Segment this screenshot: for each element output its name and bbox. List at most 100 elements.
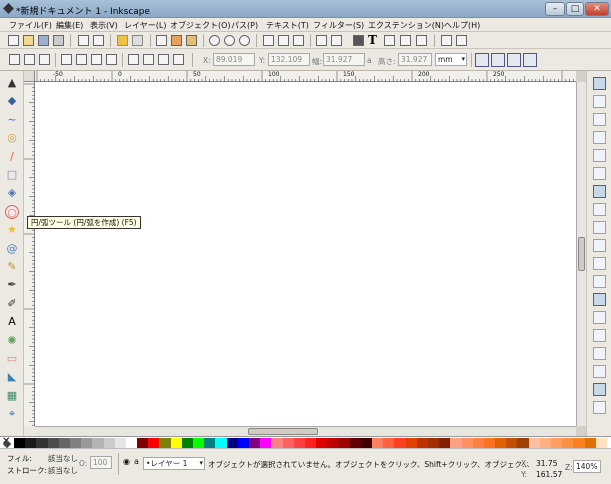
pencil-icon[interactable]: ✎ xyxy=(5,260,19,274)
palette-swatch[interactable] xyxy=(181,438,194,448)
palette-swatch[interactable] xyxy=(260,438,272,448)
palette-swatch[interactable] xyxy=(562,438,574,448)
zoom-icon[interactable]: ◎ xyxy=(5,131,19,145)
tweak-icon[interactable]: ~ xyxy=(5,113,19,127)
flip-horizontal-icon[interactable] xyxy=(91,54,102,65)
unit-select[interactable]: mm ▾ xyxy=(435,53,467,66)
menu-path[interactable]: パス(P) xyxy=(231,20,258,31)
palette-swatch[interactable] xyxy=(360,438,373,448)
print-icon[interactable] xyxy=(53,35,64,46)
palette-swatch[interactable] xyxy=(316,438,328,448)
star-icon[interactable]: ★ xyxy=(5,223,19,237)
ellipse-icon[interactable]: ○ xyxy=(5,204,19,219)
palette-swatch[interactable] xyxy=(204,438,216,448)
palette-swatch[interactable] xyxy=(483,438,496,448)
menu-extensions[interactable]: エクステンション(N) xyxy=(368,20,444,31)
menu-file[interactable]: ファイル(F) xyxy=(9,20,52,31)
palette-swatch[interactable] xyxy=(114,438,127,448)
palette-swatch[interactable] xyxy=(148,438,160,448)
menu-text[interactable]: テキスト(T) xyxy=(266,20,309,31)
palette-swatch[interactable] xyxy=(193,438,205,448)
ungroup-icon[interactable] xyxy=(331,35,342,46)
measure-icon[interactable]: / xyxy=(5,150,19,164)
snap-midpoint-icon[interactable] xyxy=(593,275,606,288)
layers-icon[interactable] xyxy=(384,35,395,46)
spiral-icon[interactable]: @ xyxy=(5,242,19,256)
selector-icon[interactable]: ▲ xyxy=(5,76,19,90)
palette-swatch[interactable] xyxy=(137,438,149,448)
menu-edit[interactable]: 編集(E) xyxy=(56,20,83,31)
gradient-icon[interactable]: ▦ xyxy=(5,389,19,403)
snap-nodes-icon[interactable] xyxy=(593,185,606,198)
snap-bbox-center-icon[interactable] xyxy=(593,167,606,180)
palette-swatch[interactable] xyxy=(14,438,26,448)
scale-stroke-icon[interactable] xyxy=(475,53,489,67)
snap-cusp-icon[interactable] xyxy=(593,239,606,252)
zoom-page-icon[interactable] xyxy=(239,35,250,46)
palette-swatch[interactable] xyxy=(394,438,407,448)
snap-bbox-corner-icon[interactable] xyxy=(593,131,606,144)
new-document-icon[interactable] xyxy=(8,35,19,46)
palette-swatch[interactable] xyxy=(103,438,116,448)
snap-smooth-icon[interactable] xyxy=(593,257,606,270)
export-icon[interactable] xyxy=(93,35,104,46)
palette-swatch[interactable] xyxy=(539,438,552,448)
palette-swatch[interactable] xyxy=(427,438,440,448)
palette-swatch[interactable] xyxy=(584,438,597,448)
deselect-icon[interactable] xyxy=(39,54,50,65)
group-icon[interactable] xyxy=(316,35,327,46)
palette-swatch[interactable] xyxy=(595,438,608,448)
snap-path-icon[interactable] xyxy=(593,203,606,216)
snap-bbox-icon[interactable] xyxy=(593,95,606,108)
snap-guide-icon[interactable] xyxy=(593,401,606,414)
align-distribute-icon[interactable] xyxy=(416,35,427,46)
horizontal-scroll-thumb[interactable] xyxy=(248,428,318,435)
menu-help[interactable]: ヘルプ(H) xyxy=(444,20,480,31)
palette-swatch[interactable] xyxy=(36,438,49,448)
palette-swatch[interactable] xyxy=(338,438,351,448)
dropper-icon[interactable]: ⌖ xyxy=(5,407,19,421)
minimize-button[interactable]: – xyxy=(545,2,565,16)
close-button[interactable]: ✕ xyxy=(585,2,609,16)
snap-bbox-mid-icon[interactable] xyxy=(593,149,606,162)
fill-stroke-icon[interactable] xyxy=(353,35,364,46)
fill-value[interactable]: 該当なし xyxy=(48,453,78,464)
lower-to-bottom-icon[interactable] xyxy=(173,54,184,65)
eraser-icon[interactable]: ▭ xyxy=(5,352,19,366)
rect-icon[interactable]: □ xyxy=(5,168,19,182)
duplicate-icon[interactable] xyxy=(263,35,274,46)
color-palette[interactable]: ✕ xyxy=(0,436,611,448)
palette-swatch[interactable] xyxy=(327,438,339,448)
palette-swatch[interactable] xyxy=(383,438,395,448)
node-icon[interactable]: ◆ xyxy=(5,94,19,108)
snap-intersection-icon[interactable] xyxy=(593,221,606,234)
palette-swatch[interactable] xyxy=(47,438,60,448)
rotate-ccw-icon[interactable] xyxy=(61,54,72,65)
palette-swatch[interactable] xyxy=(25,438,37,448)
layer-lock-icon[interactable]: a xyxy=(134,457,139,466)
pen-icon[interactable]: ✒ xyxy=(5,278,19,292)
palette-swatch[interactable] xyxy=(293,438,306,448)
lock-ratio-icon[interactable]: a xyxy=(367,56,372,65)
open-icon[interactable] xyxy=(23,35,34,46)
palette-swatch[interactable] xyxy=(170,438,183,448)
xml-editor-icon[interactable] xyxy=(400,35,411,46)
width-field[interactable]: 31.927 xyxy=(323,53,365,66)
palette-swatch[interactable] xyxy=(439,438,451,448)
unlink-clone-icon[interactable] xyxy=(293,35,304,46)
palette-swatch[interactable] xyxy=(495,438,507,448)
redo-icon[interactable] xyxy=(132,35,143,46)
stroke-value[interactable]: 該当なし xyxy=(48,465,78,476)
scale-corners-icon[interactable] xyxy=(491,53,505,67)
select-all-layers-icon[interactable] xyxy=(24,54,35,65)
rotate-cw-icon[interactable] xyxy=(76,54,87,65)
zoom-field[interactable]: 140% xyxy=(573,460,601,473)
snap-grid-icon[interactable] xyxy=(593,383,606,396)
paste-icon[interactable] xyxy=(186,35,197,46)
bucket-icon[interactable]: ◣ xyxy=(5,370,19,384)
zoom-selection-icon[interactable] xyxy=(209,35,220,46)
layer-visibility-icon[interactable]: ◉ xyxy=(123,457,130,466)
document-properties-icon[interactable] xyxy=(441,35,452,46)
palette-swatch[interactable] xyxy=(159,438,172,448)
cut-icon[interactable] xyxy=(171,35,182,46)
